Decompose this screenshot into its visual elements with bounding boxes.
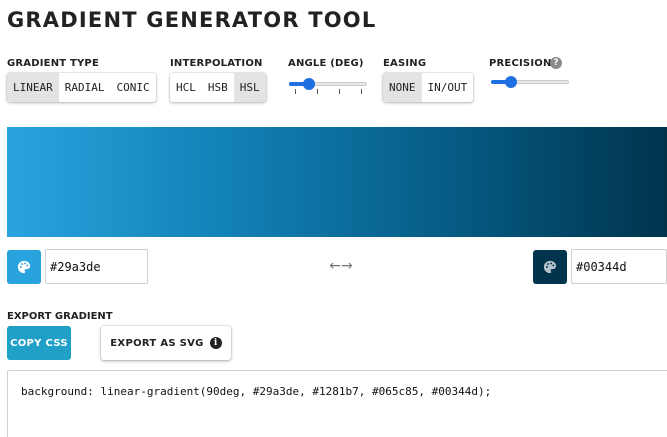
interpolation-selector: HCL HSB HSL: [170, 73, 266, 102]
end-color-hex-input[interactable]: [571, 249, 667, 284]
css-code-output[interactable]: background: linear-gradient(90deg, #29a3…: [7, 370, 667, 437]
palette-icon: [17, 260, 31, 274]
easing-selector: NONE IN/OUT: [383, 73, 474, 102]
gradient-type-linear[interactable]: LINEAR: [7, 73, 59, 102]
interpolation-hsl[interactable]: HSL: [233, 73, 266, 102]
start-color-hex-input[interactable]: [45, 249, 148, 284]
gradient-type-label: GRADIENT TYPE: [7, 58, 99, 69]
interpolation-hcl[interactable]: HCL: [170, 73, 202, 102]
angle-tick: [295, 89, 296, 94]
precision-slider-thumb[interactable]: [504, 76, 517, 88]
copy-css-button[interactable]: COPY CSS: [7, 326, 71, 360]
info-circle-icon: i: [209, 337, 222, 349]
precision-label: PRECISION: [489, 58, 552, 69]
question-circle-icon[interactable]: ?: [550, 57, 562, 69]
gradient-preview: [7, 127, 667, 237]
page-title: GRADIENT GENERATOR TOOL: [7, 8, 377, 32]
gradient-type-radial[interactable]: RADIAL: [59, 73, 111, 102]
interpolation-hsb[interactable]: HSB: [202, 73, 234, 102]
precision-slider[interactable]: [491, 73, 569, 91]
angle-label: ANGLE (DEG): [288, 58, 364, 69]
easing-label: EASING: [383, 58, 427, 69]
gradient-type-conic[interactable]: CONIC: [111, 73, 156, 102]
easing-in-out[interactable]: IN/OUT: [422, 73, 474, 102]
export-svg-label: EXPORT AS SVG: [110, 337, 204, 349]
export-svg-button[interactable]: EXPORT AS SVG i: [101, 326, 231, 360]
gradient-type-selector: LINEAR RADIAL CONIC: [7, 73, 156, 102]
start-color-picker-button[interactable]: [7, 250, 41, 284]
easing-none[interactable]: NONE: [383, 73, 422, 102]
angle-tick: [361, 89, 362, 94]
angle-tick: [317, 89, 318, 94]
angle-tick: [339, 89, 340, 94]
palette-icon: [543, 260, 557, 274]
export-gradient-label: EXPORT GRADIENT: [7, 311, 113, 322]
interpolation-label: INTERPOLATION: [170, 58, 263, 69]
swap-arrows-icon[interactable]: ←→: [324, 257, 358, 275]
angle-slider-ticks: [295, 89, 362, 94]
end-color-picker-button[interactable]: [533, 250, 567, 284]
